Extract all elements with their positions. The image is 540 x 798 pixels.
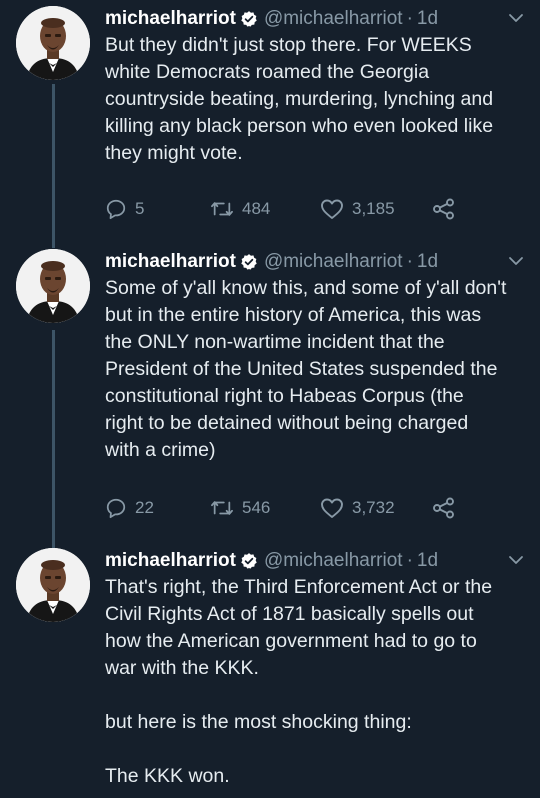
- verified-badge-icon: [241, 553, 257, 569]
- avatar[interactable]: [16, 6, 90, 80]
- like-count: 3,732: [352, 498, 395, 517]
- tweet-actions: 22 546 3,732: [105, 496, 525, 520]
- like-button[interactable]: 3,185: [320, 198, 432, 220]
- verified-badge-icon: [241, 254, 257, 270]
- retweet-button[interactable]: 546: [210, 497, 320, 519]
- author-name[interactable]: michaelharriot: [105, 550, 236, 572]
- share-button[interactable]: [432, 198, 464, 220]
- author-handle[interactable]: @michaelharriot: [264, 8, 403, 30]
- like-button[interactable]: 3,732: [320, 497, 432, 519]
- retweet-icon: [211, 202, 233, 216]
- author-name[interactable]: michaelharriot: [105, 8, 236, 30]
- timestamp[interactable]: 1d: [417, 550, 438, 572]
- like-count: 3,185: [352, 199, 395, 218]
- tweet[interactable]: michaelharriot @michaelharriot · 1d But …: [0, 6, 540, 226]
- author-handle[interactable]: @michaelharriot: [264, 251, 403, 273]
- timestamp[interactable]: 1d: [417, 8, 438, 30]
- tweet-actions: 5 484 3,185: [105, 197, 525, 221]
- separator-dot: ·: [406, 8, 413, 29]
- avatar-image: [16, 6, 90, 80]
- heart-icon: [321, 498, 343, 518]
- tweet-header: michaelharriot @michaelharriot · 1d: [105, 6, 438, 32]
- retweet-icon: [211, 501, 233, 515]
- reply-icon: [106, 498, 126, 519]
- retweet-count: 484: [242, 199, 271, 218]
- author-name[interactable]: michaelharriot: [105, 251, 236, 273]
- share-icon: [433, 497, 454, 519]
- separator-dot: ·: [406, 251, 413, 272]
- reply-count: 22: [135, 498, 154, 517]
- heart-icon: [321, 199, 343, 219]
- tweet[interactable]: michaelharriot @michaelharriot · 1d Some…: [0, 249, 540, 529]
- avatar-image: [16, 548, 90, 622]
- tweet-header: michaelharriot @michaelharriot · 1d: [105, 249, 438, 275]
- reply-button[interactable]: 5: [105, 198, 210, 220]
- separator-dot: ·: [406, 550, 413, 571]
- chevron-down-icon[interactable]: [508, 253, 524, 269]
- timestamp[interactable]: 1d: [417, 251, 438, 273]
- reply-count: 5: [135, 199, 145, 218]
- avatar[interactable]: [16, 249, 90, 323]
- retweet-button[interactable]: 484: [210, 198, 320, 220]
- share-button[interactable]: [432, 497, 464, 519]
- tweet-header: michaelharriot @michaelharriot · 1d: [105, 548, 438, 574]
- avatar[interactable]: [16, 548, 90, 622]
- tweet-text: But they didn't just stop there. For WEE…: [105, 34, 494, 164]
- author-handle[interactable]: @michaelharriot: [264, 550, 403, 572]
- avatar-image: [16, 249, 90, 323]
- verified-badge-icon: [241, 11, 257, 27]
- tweet[interactable]: michaelharriot @michaelharriot · 1d That…: [0, 548, 540, 798]
- share-icon: [433, 198, 454, 220]
- tweet-text: That's right, the Third Enforcement Act …: [105, 576, 493, 787]
- chevron-down-icon[interactable]: [508, 552, 524, 568]
- chevron-down-icon[interactable]: [508, 10, 524, 26]
- tweet-text: Some of y'all know this, and some of y'a…: [105, 277, 507, 461]
- reply-button[interactable]: 22: [105, 497, 210, 519]
- reply-icon: [106, 199, 126, 220]
- retweet-count: 546: [242, 498, 271, 517]
